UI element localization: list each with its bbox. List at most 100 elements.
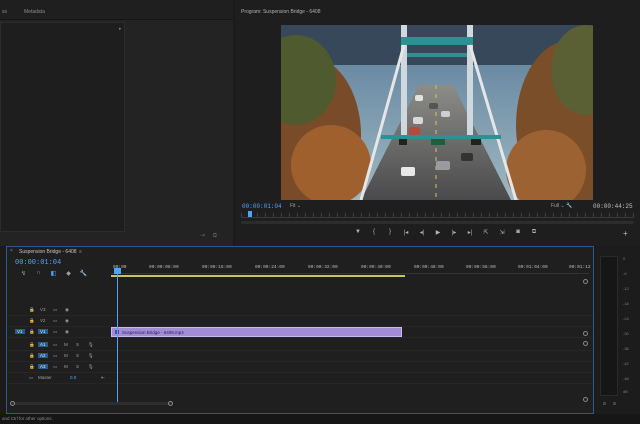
- track-v3[interactable]: 🔒 V3 ▭ ◉: [7, 305, 593, 316]
- program-zoom-scrollbar[interactable]: [241, 221, 634, 224]
- source-patch-v1[interactable]: V1: [15, 329, 25, 334]
- solo-button[interactable]: S: [76, 342, 79, 347]
- track-label[interactable]: V3: [40, 307, 46, 312]
- go-to-in-button[interactable]: |◂: [398, 229, 414, 236]
- play-button[interactable]: ▶: [430, 229, 446, 236]
- scroll-handle[interactable]: [10, 401, 15, 406]
- scroll-handle[interactable]: [583, 341, 588, 346]
- track-label[interactable]: V2: [40, 318, 46, 323]
- video-clip[interactable]: Suspension Bridge - 6408.mp4: [111, 327, 402, 337]
- sync-lock-icon[interactable]: ▭: [53, 329, 57, 335]
- track-master[interactable]: ▭ Master 0.0 ⇤: [7, 373, 593, 384]
- timeline-tools: ↯ ∩ ◧ ◆ 🔧: [16, 270, 91, 277]
- sync-lock-icon[interactable]: ▭: [53, 307, 57, 313]
- wrench-icon[interactable]: 🔧: [76, 270, 91, 277]
- mute-button[interactable]: M: [64, 342, 68, 347]
- add-marker-icon[interactable]: ◆: [61, 270, 76, 277]
- program-timecode[interactable]: 00:00:01:04: [242, 203, 282, 210]
- track-label[interactable]: A2: [38, 353, 48, 358]
- sync-lock-icon[interactable]: ▭: [53, 364, 57, 370]
- ruler-label: 00:00:24:00: [255, 265, 285, 270]
- track-a1[interactable]: 🔒 A1 ▭ M S 🎙: [7, 340, 593, 351]
- snap-icon[interactable]: ∩: [31, 270, 46, 277]
- scroll-handle[interactable]: [583, 397, 588, 402]
- horizontal-zoom-scrollbar[interactable]: [10, 401, 173, 406]
- source-footer-icons[interactable]: ⇥ ⧉: [200, 232, 220, 240]
- tab-metadata[interactable]: Metadata: [24, 9, 45, 15]
- microphone-icon[interactable]: 🎙: [88, 364, 94, 370]
- lock-icon[interactable]: 🔒: [29, 318, 35, 324]
- timeline-header: × Suspension Bridge - 6408 ≡: [7, 247, 593, 256]
- db-label: -30: [623, 331, 629, 336]
- scroll-handle[interactable]: [168, 401, 173, 406]
- sync-lock-icon[interactable]: ▭: [53, 342, 57, 348]
- tab-effects[interactable]: ss: [2, 9, 7, 15]
- sync-lock-icon[interactable]: ▭: [53, 353, 57, 359]
- go-to-end-icon[interactable]: ⇤: [101, 375, 105, 381]
- sequence-tab[interactable]: Suspension Bridge - 6408: [19, 249, 77, 255]
- eye-icon[interactable]: ◉: [65, 329, 69, 335]
- program-video-frame[interactable]: [281, 25, 593, 200]
- program-time-ruler[interactable]: [241, 213, 634, 218]
- track-header: ▭ Master 0.0 ⇤: [7, 373, 111, 384]
- lock-icon[interactable]: 🔒: [29, 329, 35, 335]
- step-forward-button[interactable]: |▸: [446, 229, 462, 236]
- scroll-handle[interactable]: [583, 279, 588, 284]
- program-playhead[interactable]: [248, 211, 252, 217]
- panel-menu-icon[interactable]: ≡: [79, 249, 82, 255]
- zoom-fit-select[interactable]: Fit ⌄: [290, 203, 301, 209]
- ruler-label: 00:00:40:00: [361, 265, 391, 270]
- mark-out-button[interactable]: }: [382, 229, 398, 236]
- work-area-bar[interactable]: [111, 275, 405, 277]
- lift-button[interactable]: ⇱: [478, 229, 494, 236]
- microphone-icon[interactable]: 🎙: [88, 353, 94, 359]
- panel-menu-icon[interactable]: ▸: [119, 26, 122, 32]
- solo-left-button[interactable]: S: [603, 401, 606, 406]
- timeline-timecode[interactable]: 00:00:01:04: [15, 259, 61, 267]
- track-a2[interactable]: 🔒 A2 ▭ M S 🎙: [7, 351, 593, 362]
- resolution-select[interactable]: Full ⌄ 🔧: [551, 203, 572, 209]
- track-a3[interactable]: 🔒 A3 ▭ M S 🎙: [7, 362, 593, 373]
- linked-selection-icon[interactable]: ◧: [46, 270, 61, 277]
- lock-icon[interactable]: 🔒: [29, 353, 35, 359]
- microphone-icon[interactable]: 🎙: [88, 342, 94, 348]
- mute-button[interactable]: M: [64, 364, 68, 369]
- go-to-out-button[interactable]: ▸|: [462, 229, 478, 236]
- step-back-button[interactable]: ◂|: [414, 229, 430, 236]
- db-label: -42: [623, 361, 629, 366]
- add-marker-button[interactable]: ▼: [350, 229, 366, 236]
- master-volume[interactable]: 0.0: [70, 375, 76, 380]
- ruler-label: 00:00:16:00: [202, 265, 232, 270]
- track-header: 🔒 A1 ▭ M S 🎙: [7, 340, 111, 351]
- db-label: -18: [623, 301, 629, 306]
- audio-meter-scale: 0 -6 -12 -18 -24 -30 -36 -42 -48 dB: [623, 256, 639, 396]
- lock-icon[interactable]: 🔒: [29, 307, 35, 313]
- mark-in-button[interactable]: {: [366, 229, 382, 236]
- extract-button[interactable]: ⇲: [494, 229, 510, 236]
- program-monitor-title[interactable]: Program: Suspension Bridge - 6408: [241, 9, 321, 15]
- export-frame-icon[interactable]: ◙: [510, 229, 526, 236]
- vertical-zoom-scrollbar[interactable]: [583, 279, 588, 403]
- lock-icon[interactable]: 🔒: [29, 342, 35, 348]
- wrench-icon[interactable]: 🔧: [566, 203, 572, 209]
- track-label[interactable]: A1: [38, 342, 48, 347]
- eye-icon[interactable]: ◉: [65, 307, 69, 313]
- scroll-handle[interactable]: [583, 331, 588, 336]
- solo-button[interactable]: S: [76, 364, 79, 369]
- solo-button[interactable]: S: [76, 353, 79, 358]
- lock-icon[interactable]: 🔒: [29, 364, 35, 370]
- timeline-ruler[interactable]: 00:00 00:00:08:00 00:00:16:00 00:00:24:0…: [111, 256, 591, 274]
- resolution-value: Full: [551, 203, 560, 209]
- nest-icon[interactable]: ↯: [16, 270, 31, 277]
- timeline-panel: × Suspension Bridge - 6408 ≡ 00:00:01:04…: [6, 246, 594, 414]
- track-label[interactable]: V1: [38, 329, 48, 334]
- sync-lock-icon[interactable]: ▭: [53, 318, 57, 324]
- close-icon[interactable]: ×: [10, 248, 13, 254]
- mute-button[interactable]: M: [64, 353, 68, 358]
- compare-view-icon[interactable]: ⧉: [526, 229, 542, 236]
- track-v2[interactable]: 🔒 V2 ▭ ◉: [7, 316, 593, 327]
- solo-right-button[interactable]: S: [613, 401, 616, 406]
- button-editor-add[interactable]: +: [623, 229, 628, 238]
- track-label[interactable]: A3: [38, 364, 48, 369]
- eye-icon[interactable]: ◉: [65, 318, 69, 324]
